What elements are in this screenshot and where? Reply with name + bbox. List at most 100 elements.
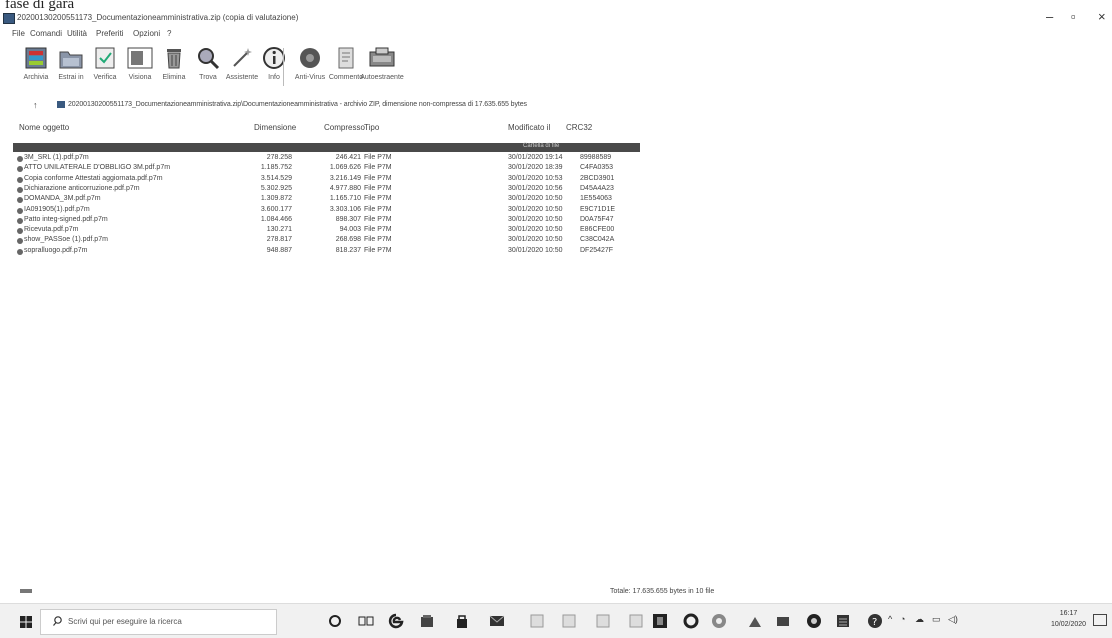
up-folder-button[interactable]: ↑ (33, 100, 38, 110)
search-placeholder: Scrivi qui per eseguire la ricerca (68, 617, 182, 626)
app-icon-3[interactable] (594, 612, 612, 630)
menu-help[interactable]: ? (167, 29, 171, 38)
column-header-size[interactable]: Dimensione (254, 123, 296, 132)
volume-tray-icon[interactable]: ◁) (948, 614, 958, 625)
cortana-icon[interactable] (326, 612, 344, 630)
app-icon-6[interactable] (774, 612, 792, 630)
app-icon-1[interactable] (528, 612, 546, 630)
file-type: File P7M (364, 236, 392, 244)
menu-comandi[interactable]: Comandi (30, 29, 62, 38)
file-size: 278.817 (266, 236, 292, 244)
file-icon (17, 197, 23, 204)
file-modified: 30/01/2020 10:53 (508, 174, 563, 182)
column-header-packed[interactable]: Compresso (324, 123, 365, 132)
file-row[interactable]: Copia conforme Attestati aggiornata.pdf.… (0, 175, 700, 185)
network-tray-icon[interactable]: ◔ (900, 614, 905, 624)
file-crc: D45A4A23 (580, 184, 614, 192)
file-name: 3M_SRL (1).pdf.p7m (24, 154, 89, 161)
chrome-app-icon[interactable] (710, 612, 728, 630)
mail-icon[interactable] (488, 612, 506, 630)
file-row[interactable]: 3M_SRL (1).pdf.p7m 278.258 246.421 File P7M… (0, 154, 700, 164)
tray-chevron-icon[interactable]: ^ (888, 614, 892, 624)
file-row[interactable]: Ricevuta.pdf.p7m 130.271 94.003 File P7M 30/… (0, 226, 700, 236)
file-row[interactable]: DOMANDA_3M.pdf.p7m 1.309.872 1.165.710 File… (0, 195, 700, 205)
maximize-button[interactable]: ▫ (1071, 9, 1076, 24)
file-name: IA091905(1).pdf.p7m (24, 205, 90, 213)
file-packed-size: 1.069.626 (329, 164, 361, 172)
clock-date: 10/02/2020 (1051, 621, 1087, 628)
file-modified: 30/01/2020 10:50 (508, 226, 563, 234)
notification-center-icon[interactable] (1093, 614, 1107, 626)
file-name: sopralluogo.pdf.p7m (24, 246, 88, 254)
toolbar-label: Autoestraente (360, 74, 404, 81)
file-crc: E9C71D1E (580, 205, 616, 213)
close-button[interactable]: × (1098, 9, 1106, 24)
file-size: 1.185.752 (260, 164, 292, 172)
taskbar-clock[interactable]: 16:17 10/02/2020 (1051, 608, 1086, 630)
column-header-type[interactable]: Tipo (364, 123, 379, 132)
address-bar: ↑ 20200130200551173_Documentazioneammini… (0, 98, 1112, 112)
files-app-icon[interactable] (418, 612, 436, 630)
file-type: File P7M (364, 195, 392, 203)
column-header-crc[interactable]: CRC32 (566, 123, 592, 132)
file-packed-size: 268.698 (335, 236, 361, 244)
file-row[interactable]: ATTO UNILATERALE D'OBBLIGO 3M.pdf.p7m 1.1… (0, 164, 700, 174)
file-type: File P7M (364, 246, 392, 254)
taskbar-search-input[interactable]: Scrivi qui per eseguire la ricerca (40, 609, 277, 635)
app-icon-7[interactable] (805, 612, 823, 630)
file-row[interactable]: Patto integ-signed.pdf.p7m 1.084.466 898.3… (0, 216, 700, 226)
file-size: 1.309.872 (260, 195, 292, 203)
file-modified: 30/01/2020 19:14 (508, 154, 563, 161)
address-path[interactable]: 20200130200551173_Documentazioneamminist… (68, 101, 527, 108)
file-icon (17, 156, 23, 162)
menu-preferiti[interactable]: Preferiti (96, 29, 124, 38)
file-crc: 89988589 (580, 154, 612, 161)
file-crc: DF25427F (580, 246, 614, 254)
onedrive-tray-icon[interactable]: ☁ (915, 614, 924, 625)
file-packed-size: 94.003 (339, 226, 361, 234)
sfx-icon (367, 46, 397, 70)
app-icon-2[interactable] (560, 612, 578, 630)
file-name: DOMANDA_3M.pdf.p7m (24, 195, 101, 203)
app-icon-5[interactable] (746, 612, 764, 630)
menu-utilita[interactable]: Utilità (67, 29, 87, 38)
file-crc: 1E554063 (580, 195, 612, 203)
task-view-icon[interactable] (357, 612, 375, 630)
column-header-modified[interactable]: Modificato il (508, 123, 550, 132)
file-row[interactable]: sopralluogo.pdf.p7m 948.887 818.237 File P7… (0, 247, 700, 257)
menu-opzioni[interactable]: Opzioni (133, 29, 160, 38)
battery-tray-icon[interactable]: ▭ (932, 614, 941, 625)
file-packed-size: 4.977.880 (329, 184, 361, 192)
toolbar-button-autoestraente[interactable]: Autoestraente (358, 46, 406, 81)
file-crc: 2BCD3901 (580, 174, 615, 182)
file-list-header: Nome oggetto Dimensione Compresso Tipo M… (0, 121, 1112, 133)
toolbar: Archivia Estrai in Verifica Visiona Elim… (0, 42, 620, 92)
file-type: File P7M (364, 174, 392, 182)
file-row[interactable]: show_PASSoe (1).pdf.p7m 278.817 268.698 Fil… (0, 236, 700, 246)
parent-folder-type: Cartella di file (523, 143, 560, 149)
help-tray-icon[interactable]: ? (866, 612, 884, 630)
parent-folder-row[interactable]: Cartella di file (13, 143, 640, 152)
file-type: File P7M (364, 184, 392, 192)
file-packed-size: 898.307 (335, 215, 361, 223)
app-icon-4[interactable] (627, 612, 645, 630)
menu-file[interactable]: File (12, 29, 25, 38)
edge-browser-icon[interactable] (387, 612, 405, 630)
file-row[interactable]: IA091905(1).pdf.p7m 3.600.177 3.303.106 Fil… (0, 206, 700, 216)
file-row[interactable]: Dichiarazione anticorruzione.pdf.p7m 5.30… (0, 185, 700, 195)
status-totals: Totale: 17.635.655 bytes in 10 file (610, 588, 715, 595)
taskbar: Scrivi qui per eseguire la ricerca ? ^ ◔… (0, 603, 1112, 638)
file-name: Dichiarazione anticorruzione.pdf.p7m (24, 184, 140, 192)
office-app-icon[interactable] (651, 612, 669, 630)
minimize-button[interactable]: – (1046, 9, 1053, 24)
outlook-app-icon[interactable] (682, 612, 700, 630)
search-icon (53, 616, 63, 628)
file-size: 1.084.466 (260, 215, 292, 223)
file-crc: C4FA0353 (580, 164, 614, 172)
archive-path-icon (57, 101, 65, 108)
svg-text:?: ? (872, 617, 877, 628)
winrar-taskbar-icon[interactable] (834, 612, 852, 630)
store-icon[interactable] (453, 612, 471, 630)
column-header-name[interactable]: Nome oggetto (19, 123, 69, 132)
windows-start-icon[interactable] (20, 615, 32, 633)
